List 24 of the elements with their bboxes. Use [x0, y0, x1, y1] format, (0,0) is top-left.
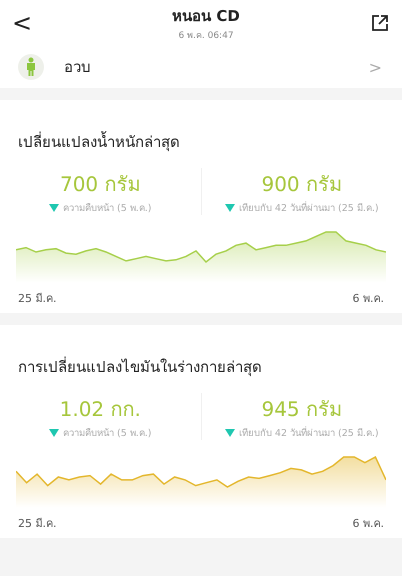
stat-value: 900 กรัม: [261, 171, 342, 198]
profile-name[interactable]: อวบ: [64, 55, 349, 79]
axis-label: 25 มี.ค.: [18, 516, 56, 532]
axis-label: 25 มี.ค.: [18, 291, 56, 307]
down-triangle-icon: [48, 204, 59, 212]
axis-label: 6 พ.ค.: [352, 516, 384, 532]
card-title: การเปลี่ยนแปลงไขมันในร่างกายล่าสุด: [17, 356, 263, 378]
down-triangle-icon: [224, 428, 235, 436]
share-icon[interactable]: [370, 13, 390, 33]
stat-value: 700 กรัม: [60, 171, 141, 198]
person-avatar-icon: [18, 54, 44, 80]
page-title: หนอน CD: [172, 6, 240, 27]
stat-value: 945 กรัม: [261, 396, 342, 423]
axis-label: 6 พ.ค.: [352, 291, 384, 307]
stat-note: เทียบกับ 42 วันที่ผ่านมา (25 มี.ค.): [238, 425, 379, 440]
stat-note: เทียบกับ 42 วันที่ผ่านมา (25 มี.ค.): [238, 200, 379, 215]
stat-note: ความคืบหน้า (5 พ.ค.): [62, 202, 152, 215]
down-triangle-icon: [48, 428, 59, 436]
timestamp: 6 พ.ค. 06:47: [178, 30, 234, 42]
stat-note: ความคืบหน้า (5 พ.ค.): [62, 427, 152, 440]
back-button[interactable]: <: [12, 9, 42, 37]
stat-value: 1.02 กก.: [60, 396, 141, 423]
down-triangle-icon: [224, 204, 235, 212]
card-title: เปลี่ยนแปลงน้ำหนักล่าสุด: [17, 130, 181, 154]
